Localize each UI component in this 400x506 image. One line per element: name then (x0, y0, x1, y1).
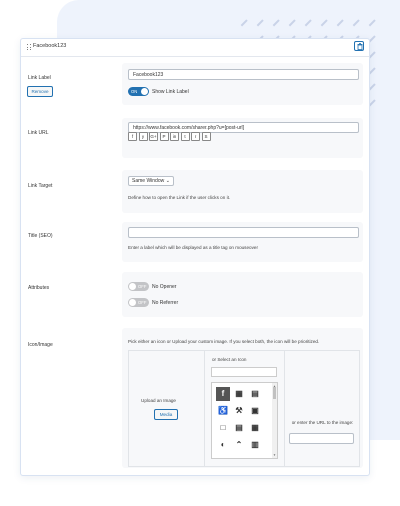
social-link-panel: Facebook123 Link Label Remove Facebook12… (20, 38, 370, 476)
image-url-label: or enter the URL to the image: (291, 420, 354, 425)
title-seo-input[interactable] (128, 227, 359, 238)
trash-icon (357, 43, 362, 50)
title-seo-box: Enter a label which will be displayed as… (122, 222, 363, 262)
no-opener-text: No Opener (152, 284, 177, 290)
social-button[interactable]: in (170, 132, 179, 141)
delete-button[interactable] (354, 41, 364, 51)
vcard-large-icon[interactable]: ▥ (248, 438, 262, 452)
facebook-icon[interactable]: f (216, 387, 230, 401)
social-button[interactable]: f (128, 132, 137, 141)
contrast-icon[interactable]: ◐ (216, 438, 230, 452)
icon-picker[interactable]: ▲ ▼ f ▦ ▤ ♿ ⚒ ▣ □ ▤ ▦ ◐ ⌃ ▥ (211, 382, 278, 459)
social-button[interactable]: t (180, 132, 190, 141)
link-label-label: Link Label (28, 75, 51, 81)
attributes-label: Attributes (28, 285, 50, 291)
title-seo-label: Title (SEO) (28, 233, 53, 239)
no-referrer-text: No Referrer (152, 300, 179, 306)
media-button[interactable]: Media (154, 409, 178, 420)
social-button[interactable]: r (191, 132, 200, 141)
icon-search-input[interactable] (211, 367, 277, 377)
upload-image-label: Upload an Image (141, 398, 176, 403)
accessibility-icon[interactable]: ♿ (216, 404, 230, 418)
link-target-selected: Same Window (132, 178, 165, 184)
icon-image-grid: Upload an Image Media or Select an Icon … (128, 350, 360, 467)
address-book-icon[interactable]: □ (216, 421, 230, 435)
panel-title: Facebook123 (33, 43, 67, 49)
icon-image-help: Pick either an icon or Upload your custo… (128, 339, 320, 344)
icon-image-box: Pick either an icon or Upload your custo… (122, 328, 363, 468)
image-url-input[interactable] (289, 433, 354, 444)
toggle-off-text: OFF (138, 283, 147, 289)
id-card-icon[interactable]: ▣ (248, 404, 262, 418)
link-target-label: Link Target (28, 183, 53, 189)
social-button[interactable]: P (159, 132, 169, 141)
show-label-toggle[interactable]: ON (128, 87, 149, 96)
title-seo-help: Enter a label which will be displayed as… (128, 245, 258, 250)
panel-header: Facebook123 (21, 39, 369, 57)
toggle-off-text: OFF (138, 299, 147, 305)
attributes-box: OFF No Opener OFF No Referrer (122, 272, 363, 317)
chevron-down-icon: ⌄ (165, 178, 170, 184)
scrollbar[interactable]: ▲ ▼ (272, 383, 277, 458)
link-target-help: Define how to open the Link if the user … (128, 195, 231, 200)
icon-image-label: Icon/Image (28, 342, 53, 348)
no-opener-toggle[interactable]: OFF (128, 282, 149, 291)
social-button[interactable]: y (138, 132, 148, 141)
vcard-icon[interactable]: ▤ (232, 421, 246, 435)
link-target-select[interactable]: Same Window ⌄ (128, 176, 174, 186)
link-label-box: Facebook123 ON Show Link Label (122, 63, 363, 105)
no-referrer-toggle[interactable]: OFF (128, 298, 149, 307)
url-label-wrap: or enter the URL to the image: (289, 411, 356, 429)
link-url-box: https://www.facebook.com/sharer.php?u=[p… (122, 118, 363, 158)
show-label-text: Show Link Label (152, 89, 189, 95)
link-target-box: Same Window ⌄ Define how to open the Lin… (122, 170, 363, 213)
image-gallery-icon[interactable]: ▦ (232, 387, 246, 401)
contact-card-icon[interactable]: ▦ (248, 421, 262, 435)
social-button[interactable]: S (201, 132, 211, 141)
select-icon-label: or Select an Icon (212, 357, 247, 362)
link-url-label: Link URL (28, 130, 49, 136)
remove-button[interactable]: Remove (27, 86, 53, 97)
drag-handle-icon[interactable] (27, 44, 31, 51)
social-button[interactable]: G+ (149, 132, 158, 141)
chevron-circle-icon[interactable]: ⌃ (232, 438, 246, 452)
toggle-on-text: ON (131, 88, 138, 94)
bill-icon[interactable]: ▤ (248, 387, 262, 401)
gavel-icon[interactable]: ⚒ (232, 404, 246, 418)
link-label-input[interactable]: Facebook123 (128, 69, 359, 80)
